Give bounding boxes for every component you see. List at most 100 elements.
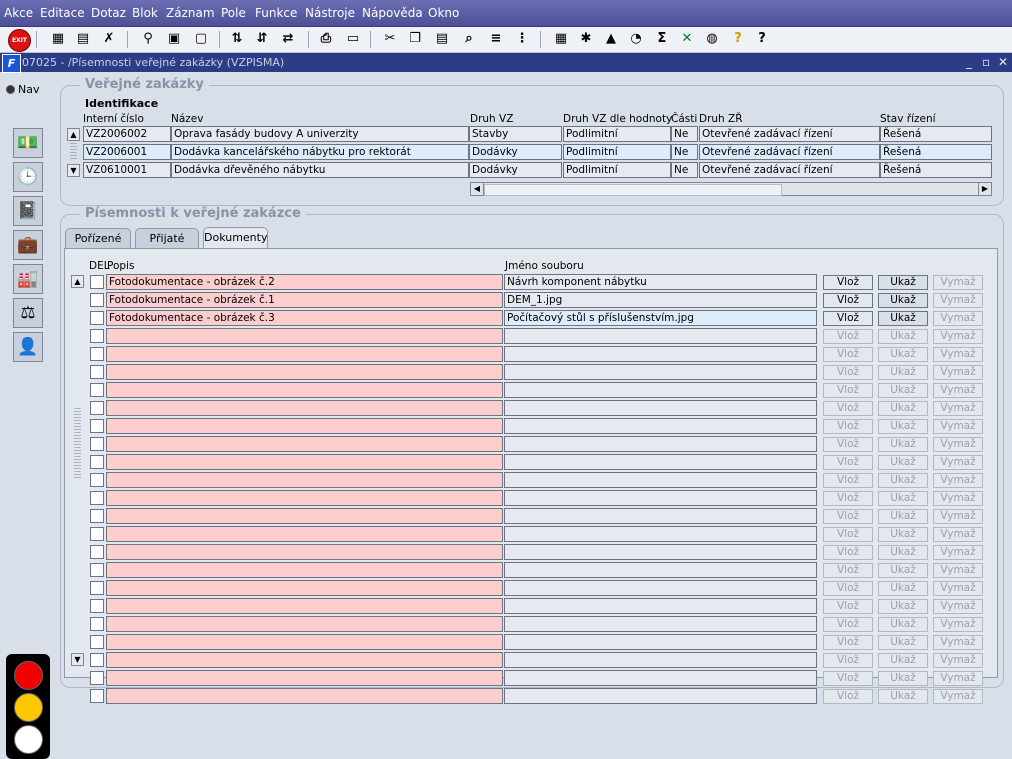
vymaz-button[interactable]: Vymaž <box>933 563 983 578</box>
delete-record-icon[interactable]: ✗ <box>99 29 119 49</box>
factory-icon[interactable]: 🏭 <box>13 264 43 294</box>
document-filename-field[interactable] <box>504 454 817 470</box>
menu-0[interactable]: Akce <box>4 6 33 20</box>
exit-button[interactable]: EXIT <box>8 29 31 52</box>
document-popis-field[interactable]: Fotodokumentace - obrázek č.2 <box>106 274 503 290</box>
ukaz-button[interactable]: Ukaž <box>878 473 928 488</box>
del-checkbox[interactable] <box>90 311 104 325</box>
ukaz-button[interactable]: Ukaž <box>878 275 928 290</box>
vloz-button[interactable]: Vlož <box>823 437 873 452</box>
document-popis-field[interactable] <box>106 652 503 668</box>
document-popis-field[interactable] <box>106 436 503 452</box>
ukaz-button[interactable]: Ukaž <box>878 311 928 326</box>
document-popis-field[interactable] <box>106 688 503 704</box>
zakazka-cell-druh[interactable]: Dodávky <box>469 162 562 178</box>
ukaz-button[interactable]: Ukaž <box>878 509 928 524</box>
print-preview-icon[interactable]: ▭ <box>343 29 363 49</box>
zakazka-cell-stav[interactable]: Řešená <box>880 126 992 142</box>
vloz-button[interactable]: Vlož <box>823 329 873 344</box>
document-filename-field[interactable] <box>504 526 817 542</box>
docs-scroll-up-button[interactable]: ▲ <box>71 275 84 288</box>
del-checkbox[interactable] <box>90 401 104 415</box>
ukaz-button[interactable]: Ukaž <box>878 689 928 704</box>
ukaz-button[interactable]: Ukaž <box>878 419 928 434</box>
del-checkbox[interactable] <box>90 437 104 451</box>
zakazka-cell-nazev[interactable]: Dodávka kancelářského nábytku pro rektor… <box>171 144 469 160</box>
document-filename-field[interactable] <box>504 382 817 398</box>
document-filename-field[interactable] <box>504 544 817 560</box>
del-checkbox[interactable] <box>90 365 104 379</box>
vloz-button[interactable]: Vlož <box>823 419 873 434</box>
vymaz-button[interactable]: Vymaž <box>933 455 983 470</box>
sort-asc-icon[interactable]: ⇅ <box>227 29 247 49</box>
ukaz-button[interactable]: Ukaž <box>878 491 928 506</box>
ukaz-button[interactable]: Ukaž <box>878 329 928 344</box>
vymaz-button[interactable]: Vymaž <box>933 581 983 596</box>
ukaz-button[interactable]: Ukaž <box>878 671 928 686</box>
del-checkbox[interactable] <box>90 383 104 397</box>
docs-scroll-down-button[interactable]: ▼ <box>71 653 84 666</box>
vloz-button[interactable]: Vlož <box>823 455 873 470</box>
document-filename-field[interactable] <box>504 418 817 434</box>
vloz-button[interactable]: Vlož <box>823 311 873 326</box>
document-filename-field[interactable] <box>504 508 817 524</box>
vymaz-button[interactable]: Vymaž <box>933 329 983 344</box>
scales-icon[interactable]: ⚖ <box>13 298 43 328</box>
zakazka-cell-druh[interactable]: Dodávky <box>469 144 562 160</box>
ukaz-button[interactable]: Ukaž <box>878 437 928 452</box>
ukaz-button[interactable]: Ukaž <box>878 599 928 614</box>
document-filename-field[interactable] <box>504 364 817 380</box>
columns-icon[interactable]: ⋮ <box>512 29 532 49</box>
vymaz-button[interactable]: Vymaž <box>933 275 983 290</box>
vymaz-button[interactable]: Vymaž <box>933 491 983 506</box>
zakazka-cell-druh_zr[interactable]: Otevřené zadávací řízení <box>699 162 880 178</box>
vymaz-button[interactable]: Vymaž <box>933 365 983 380</box>
document-popis-field[interactable] <box>106 472 503 488</box>
document-popis-field[interactable]: Fotodokumentace - obrázek č.1 <box>106 292 503 308</box>
document-popis-field[interactable] <box>106 508 503 524</box>
restore-button[interactable]: ▫ <box>982 55 990 69</box>
document-filename-field[interactable] <box>504 616 817 632</box>
del-checkbox[interactable] <box>90 617 104 631</box>
del-checkbox[interactable] <box>90 635 104 649</box>
vloz-button[interactable]: Vlož <box>823 545 873 560</box>
zakazka-cell-druh_hodnoty[interactable]: Podlimitní <box>563 126 671 142</box>
indent-icon[interactable]: ≡ <box>486 29 506 49</box>
ukaz-button[interactable]: Ukaž <box>878 635 928 650</box>
nav-radio[interactable] <box>6 85 15 94</box>
menu-8[interactable]: Nápověda <box>362 6 423 20</box>
vloz-button[interactable]: Vlož <box>823 653 873 668</box>
vloz-button[interactable]: Vlož <box>823 563 873 578</box>
del-checkbox[interactable] <box>90 455 104 469</box>
ukaz-button[interactable]: Ukaž <box>878 581 928 596</box>
zakazka-cell-casti[interactable]: Ne <box>671 144 698 160</box>
warning-icon[interactable]: ▲ <box>601 29 621 49</box>
ukaz-button[interactable]: Ukaž <box>878 347 928 362</box>
vymaz-button[interactable]: Vymaž <box>933 401 983 416</box>
ukaz-button[interactable]: Ukaž <box>878 563 928 578</box>
document-popis-field[interactable] <box>106 364 503 380</box>
excel-icon[interactable]: ✕ <box>677 29 697 49</box>
del-checkbox[interactable] <box>90 581 104 595</box>
document-filename-field[interactable] <box>504 634 817 650</box>
vymaz-button[interactable]: Vymaž <box>933 383 983 398</box>
document-filename-field[interactable] <box>504 652 817 668</box>
document-filename-field[interactable] <box>504 436 817 452</box>
vloz-button[interactable]: Vlož <box>823 383 873 398</box>
zakazka-cell-druh_hodnoty[interactable]: Podlimitní <box>563 162 671 178</box>
clock-icon[interactable]: 🕒 <box>13 162 43 192</box>
document-popis-field[interactable] <box>106 418 503 434</box>
del-checkbox[interactable] <box>90 653 104 667</box>
zakazka-cell-druh[interactable]: Stavby <box>469 126 562 142</box>
vloz-button[interactable]: Vlož <box>823 293 873 308</box>
del-checkbox[interactable] <box>90 599 104 613</box>
vloz-button[interactable]: Vlož <box>823 635 873 650</box>
document-filename-field[interactable] <box>504 598 817 614</box>
vymaz-button[interactable]: Vymaž <box>933 419 983 434</box>
minimize-button[interactable]: _ <box>966 55 972 69</box>
document-popis-field[interactable] <box>106 580 503 596</box>
chart-icon[interactable]: ◔ <box>626 29 646 49</box>
sort-multi-icon[interactable]: ⇄ <box>278 29 298 49</box>
zakazka-cell-casti[interactable]: Ne <box>671 126 698 142</box>
del-checkbox[interactable] <box>90 329 104 343</box>
